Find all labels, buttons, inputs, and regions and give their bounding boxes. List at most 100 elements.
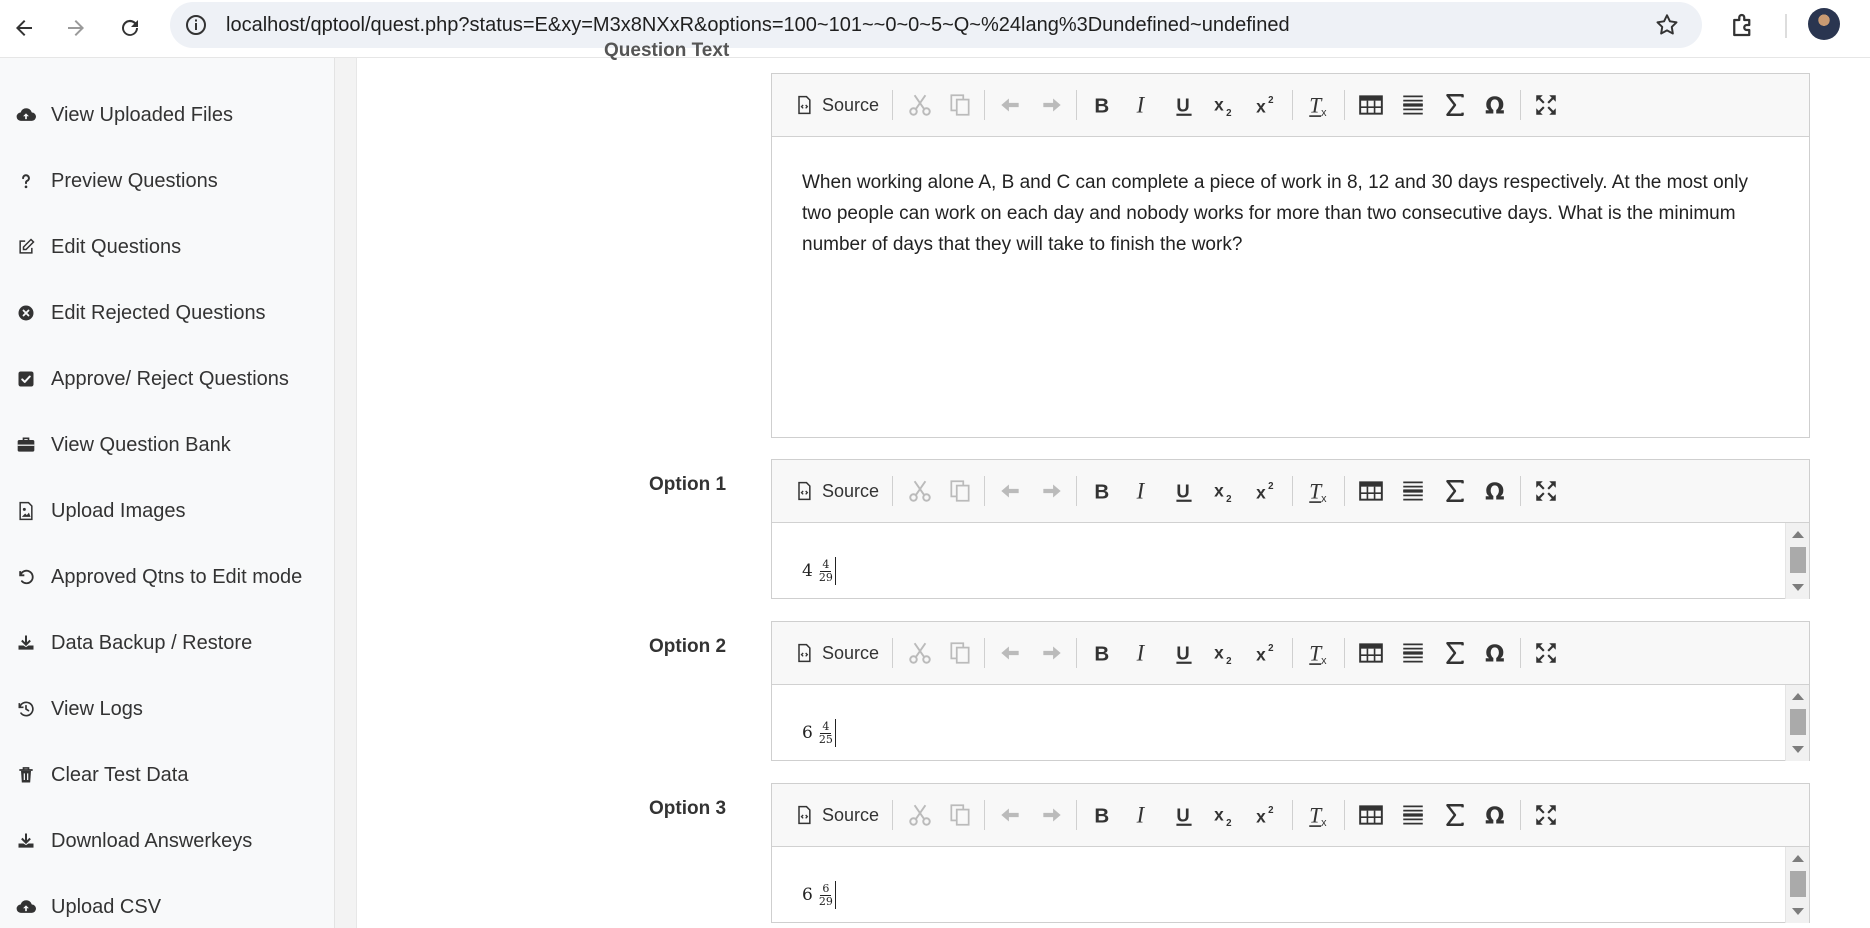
special-character-button[interactable]: Ω [1479,799,1513,831]
math-formula-button[interactable] [1438,799,1472,831]
source-button[interactable]: Source [794,637,879,669]
source-button[interactable]: Source [794,475,879,507]
question-text-area[interactable]: When working alone A, B and C can comple… [772,137,1809,290]
cut-button[interactable] [904,637,936,669]
sidebar-item-approved-qtns-to-edit-mode[interactable]: Approved Qtns to Edit mode [16,559,302,595]
superscript-button[interactable]: x2 [1250,637,1284,669]
math-formula-button[interactable] [1438,475,1472,507]
question-editor[interactable]: Source B I U x2 x2 Tx Ω When working alo… [771,73,1810,438]
sidebar-item-upload-csv[interactable]: Upload CSV [16,889,161,925]
remove-format-button[interactable]: Tx [1302,89,1336,121]
sidebar-item-upload-images[interactable]: Upload Images [16,493,186,529]
redo-button[interactable] [1036,799,1068,831]
toolbar-separator [1076,90,1077,120]
special-character-button[interactable]: Ω [1479,637,1513,669]
subscript-button[interactable]: x2 [1208,475,1242,507]
option-1-content[interactable]: 4 4 29 [772,523,1809,599]
math-formula-button[interactable] [1438,89,1472,121]
table-button[interactable] [1354,89,1388,121]
redo-icon [1043,98,1061,112]
sidebar-item-view-question-bank[interactable]: View Question Bank [16,427,231,463]
bold-button[interactable]: B [1086,89,1118,121]
undo-button[interactable] [994,799,1026,831]
back-button[interactable] [4,8,44,48]
italic-button[interactable]: I [1126,475,1158,507]
sidebar-item-view-uploaded-files[interactable]: View Uploaded Files [16,97,233,133]
maximize-button[interactable] [1529,637,1563,669]
cut-button[interactable] [904,475,936,507]
underline-button[interactable]: U [1168,799,1200,831]
sidebar-item-label: Upload CSV [51,895,162,918]
italic-icon: I [1136,93,1146,118]
superscript-button[interactable]: x2 [1250,475,1284,507]
sidebar-item-clear-test-data[interactable]: Clear Test Data [16,757,188,793]
option-2-scrollbar[interactable] [1785,685,1809,761]
remove-format-button[interactable]: Tx [1302,799,1336,831]
option-3-editor[interactable]: Source B I U x2 x2 Tx Ω 6 6 29 [771,783,1810,923]
table-button[interactable] [1354,799,1388,831]
sidebar-item-edit-questions[interactable]: Edit Questions [16,229,181,265]
sidebar-item-preview-questions[interactable]: Preview Questions [16,163,218,199]
underline-button[interactable]: U [1168,89,1200,121]
redo-button[interactable] [1036,89,1068,121]
copy-button[interactable] [944,89,976,121]
italic-button[interactable]: I [1126,89,1158,121]
special-character-button[interactable]: Ω [1479,89,1513,121]
maximize-button[interactable] [1529,475,1563,507]
underline-button[interactable]: U [1168,475,1200,507]
superscript-button[interactable]: x2 [1250,89,1284,121]
sidebar-item-download-answerkeys[interactable]: Download Answerkeys [16,823,252,859]
sidebar-item-view-logs[interactable]: View Logs [16,691,143,727]
superscript-button[interactable]: x2 [1250,799,1284,831]
redo-button[interactable] [1036,637,1068,669]
option-1-scrollbar[interactable] [1785,523,1809,599]
italic-button[interactable]: I [1126,799,1158,831]
italic-button[interactable]: I [1126,637,1158,669]
subscript-button[interactable]: x2 [1208,637,1242,669]
maximize-button[interactable] [1529,89,1563,121]
info-icon[interactable] [184,13,208,37]
forward-button[interactable] [56,8,96,48]
maximize-button[interactable] [1529,799,1563,831]
cut-button[interactable] [904,89,936,121]
copy-button[interactable] [944,637,976,669]
underline-icon: U [1176,95,1192,116]
toolbar-separator [1292,800,1293,830]
undo-button[interactable] [994,637,1026,669]
horizontal-line-button[interactable] [1396,475,1430,507]
copy-button[interactable] [944,475,976,507]
sidebar-item-approve-reject-questions[interactable]: Approve/ Reject Questions [16,361,289,397]
bold-button[interactable]: B [1086,475,1118,507]
table-button[interactable] [1354,475,1388,507]
bold-button[interactable]: B [1086,637,1118,669]
redo-button[interactable] [1036,475,1068,507]
table-button[interactable] [1354,637,1388,669]
horizontal-line-button[interactable] [1396,799,1430,831]
horizontal-line-button[interactable] [1396,637,1430,669]
redo-icon [1043,484,1061,498]
option-3-content[interactable]: 6 6 29 [772,847,1809,923]
undo-button[interactable] [994,89,1026,121]
option-1-editor[interactable]: Source B I U x2 x2 Tx Ω 4 4 29 [771,459,1810,599]
sidebar-item-data-backup-restore[interactable]: Data Backup / Restore [16,625,252,661]
subscript-button[interactable]: x2 [1208,799,1242,831]
special-character-button[interactable]: Ω [1479,475,1513,507]
underline-icon: U [1176,481,1192,502]
reload-button[interactable] [110,8,150,48]
math-formula-button[interactable] [1438,637,1472,669]
option-2-content[interactable]: 6 4 25 [772,685,1809,761]
cut-button[interactable] [904,799,936,831]
remove-format-button[interactable]: Tx [1302,475,1336,507]
option-3-scrollbar[interactable] [1785,847,1809,923]
sidebar-item-edit-rejected-questions[interactable]: Edit Rejected Questions [16,295,266,331]
source-button[interactable]: Source [794,799,879,831]
underline-button[interactable]: U [1168,637,1200,669]
option-2-editor[interactable]: Source B I U x2 x2 Tx Ω 6 4 25 [771,621,1810,761]
horizontal-line-button[interactable] [1396,89,1430,121]
source-button[interactable]: Source [794,89,879,121]
remove-format-button[interactable]: Tx [1302,637,1336,669]
bold-button[interactable]: B [1086,799,1118,831]
undo-button[interactable] [994,475,1026,507]
subscript-button[interactable]: x2 [1208,89,1242,121]
copy-button[interactable] [944,799,976,831]
